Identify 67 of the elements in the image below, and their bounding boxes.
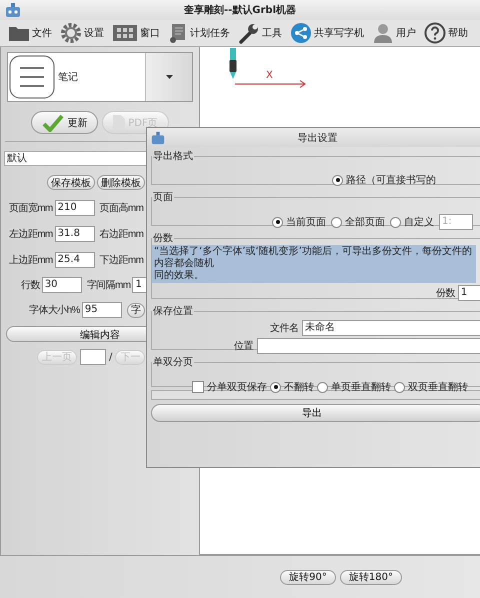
- radio-option[interactable]: 当前页面: [272, 215, 326, 229]
- font-button[interactable]: 字: [126, 302, 145, 318]
- field-label: 左边距mm: [9, 228, 53, 241]
- location-field[interactable]: [256, 338, 480, 354]
- scroll-icon: [168, 22, 188, 44]
- notice-text: “当选择了‘多个字体’或‘随机变形’功能后，可导出多份文件，每份文件的内容都会随机 同的效果。: [152, 245, 476, 283]
- toolbar-button[interactable]: 用户: [370, 22, 418, 44]
- field-label: 文件名: [270, 322, 298, 335]
- input-field[interactable]: 95: [82, 302, 122, 318]
- help-icon: [424, 22, 446, 44]
- field-label: 右边距mm: [100, 228, 144, 241]
- toolbar-button[interactable]: 工具: [236, 22, 284, 44]
- toolbar-button[interactable]: 文件: [6, 24, 54, 42]
- template-dropdown[interactable]: 笔记: [7, 52, 193, 102]
- input-field[interactable]: 30: [42, 277, 82, 293]
- field-label: 字间隔mm: [86, 278, 130, 292]
- input-field[interactable]: 1: [458, 285, 480, 301]
- field-label: 页面宽mm: [9, 202, 53, 215]
- field-label: 上边距mm: [9, 254, 53, 267]
- group-label: 保存位置: [152, 304, 194, 318]
- group-label: 页面: [152, 191, 174, 204]
- share-icon: [290, 22, 312, 44]
- axis-label: X: [266, 71, 273, 81]
- toolbar-button[interactable]: 计划任务: [166, 22, 232, 44]
- group-label: 单双分页: [152, 356, 194, 369]
- export-button[interactable]: 导出: [151, 404, 480, 422]
- caret-icon: [166, 75, 172, 79]
- radio-option[interactable]: 自定义: [390, 215, 434, 229]
- toolbar-button[interactable]: 窗口: [110, 24, 162, 42]
- x-axis-arrow: [235, 80, 307, 88]
- field-label: 位置: [234, 340, 253, 353]
- pen-icon: [228, 48, 238, 80]
- rotate-button[interactable]: 旋转90°: [280, 570, 336, 584]
- toolbar-button[interactable]: 帮助: [422, 22, 470, 44]
- page-field[interactable]: [80, 349, 106, 365]
- folder-icon: [8, 24, 30, 42]
- robot-icon: [4, 2, 22, 18]
- checkmark-icon: [42, 114, 64, 132]
- radio-option[interactable]: 全部页面: [331, 215, 385, 229]
- dropdown-value: 笔记: [57, 71, 79, 84]
- template-button[interactable]: 删除模板: [97, 175, 145, 190]
- robot-icon: [150, 130, 166, 144]
- input-field[interactable]: 210: [54, 200, 95, 216]
- field-label: 页面高mm: [100, 202, 144, 215]
- window-title: 奎享雕刻--默认Grbl机器: [182, 3, 298, 17]
- template-button[interactable]: 保存模板: [47, 175, 95, 190]
- menu-icon: [9, 55, 55, 99]
- separator: /: [109, 352, 112, 362]
- group-label: 份数: [152, 232, 174, 245]
- settings-icon: [60, 22, 82, 44]
- film-strip-icon: [112, 24, 138, 42]
- field-label: 行数: [21, 279, 40, 292]
- rotate-button[interactable]: 旋转180°: [340, 570, 402, 584]
- field-label: 字体大小h%: [29, 304, 80, 317]
- input-field[interactable]: 31.8: [54, 226, 95, 242]
- toolbar-button[interactable]: 设置: [58, 22, 106, 44]
- user-icon: [372, 22, 394, 44]
- toolbar-button[interactable]: 共享写字机: [288, 22, 366, 44]
- dialog-title: 导出设置: [296, 132, 338, 144]
- input-field[interactable]: 25.4: [54, 252, 95, 268]
- group-label: 导出格式: [152, 150, 194, 163]
- action-button[interactable]: 更新: [31, 111, 98, 134]
- field-label: 下边距mm: [100, 254, 144, 267]
- filename-field[interactable]: 未命名: [302, 320, 480, 336]
- radio-option[interactable]: 路径（可直接书写的: [332, 173, 436, 187]
- checkbox-option[interactable]: 分单双页保存: [192, 380, 267, 394]
- field-label: 份数: [436, 287, 455, 300]
